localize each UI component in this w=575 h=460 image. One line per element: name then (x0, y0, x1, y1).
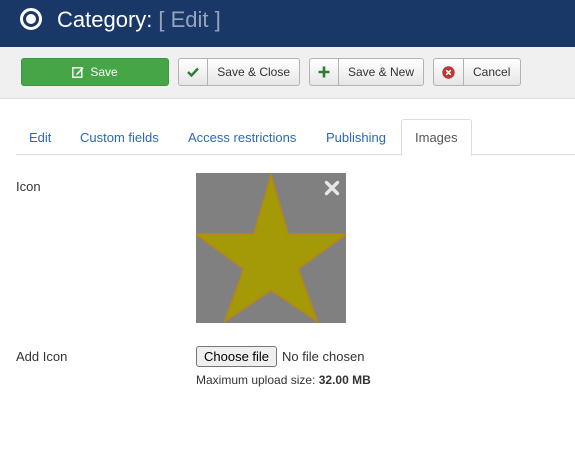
no-file-chosen-text: No file chosen (282, 349, 365, 364)
save-and-new-label: Save & New (347, 65, 414, 79)
save-and-new-button[interactable]: Save & New (309, 58, 424, 86)
page-title-mode: [ Edit ] (158, 7, 221, 32)
cancel-button-label: Cancel (473, 65, 511, 79)
icon-preview-image (192, 172, 350, 324)
save-and-close-label: Save & Close (217, 65, 290, 79)
tab-access-restrictions[interactable]: Access restrictions (188, 119, 296, 155)
page-title-text: Category: (57, 7, 153, 32)
remove-image-icon[interactable] (324, 180, 340, 201)
check-icon (179, 59, 209, 85)
save-button-label: Save (90, 65, 118, 79)
plus-icon (310, 59, 339, 85)
tab-images[interactable]: Images (401, 119, 472, 156)
edit-icon (72, 59, 84, 85)
page-title: Category:[ Edit ] (57, 7, 221, 33)
tab-publishing[interactable]: Publishing (326, 119, 386, 155)
tab-custom-fields[interactable]: Custom fields (80, 119, 159, 155)
cancel-button[interactable]: Cancel (433, 58, 521, 86)
toolbar: Save Save & Close Save & New Cancel (0, 47, 575, 99)
page-header: Category:[ Edit ] (0, 0, 575, 47)
save-button[interactable]: Save (21, 58, 169, 86)
max-upload-label: Maximum upload size: (196, 373, 316, 387)
choose-file-button[interactable]: Choose file (196, 346, 278, 367)
add-icon-field-label: Add Icon (16, 349, 68, 364)
file-input: Choose file No file chosen (196, 346, 364, 367)
max-upload-size: Maximum upload size: 32.00 MB (196, 373, 371, 387)
max-upload-value: 32.00 MB (318, 373, 371, 387)
tab-edit[interactable]: Edit (29, 119, 51, 155)
cancel-circle-icon (434, 59, 464, 85)
icon-field-label: Icon (16, 179, 41, 194)
save-and-close-button[interactable]: Save & Close (178, 58, 300, 86)
tab-bar: Edit Custom fields Access restrictions P… (16, 119, 575, 156)
radio-target-icon (20, 8, 42, 30)
